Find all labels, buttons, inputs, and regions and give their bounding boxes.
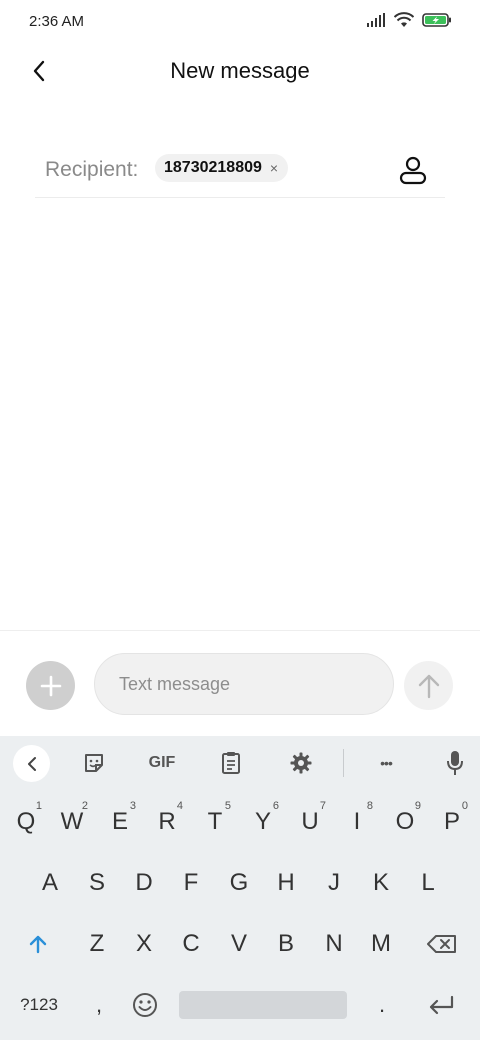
backspace-key[interactable] [417, 916, 467, 972]
key-label: O [395, 808, 415, 835]
send-button[interactable] [404, 661, 453, 710]
key-number-hint: 9 [414, 800, 421, 812]
chevron-left-icon [27, 756, 36, 771]
plus-icon [40, 675, 61, 696]
space-key[interactable] [179, 991, 347, 1019]
key-number-hint: 2 [81, 800, 88, 812]
recipient-chip[interactable]: 18730218809 × [155, 154, 289, 182]
key-d[interactable]: D [120, 855, 168, 911]
key-m[interactable]: M [357, 916, 405, 972]
key-number-hint: 6 [272, 800, 279, 812]
key-v[interactable]: V [215, 916, 263, 972]
key-t[interactable]: T5 [191, 794, 239, 850]
shift-key[interactable] [14, 916, 62, 972]
key-z[interactable]: Z [73, 916, 121, 972]
key-number-hint: 7 [319, 800, 326, 812]
sticker-icon [85, 754, 103, 772]
recipient-label: Recipient: [45, 158, 139, 181]
symbols-key[interactable]: ?123 [10, 977, 68, 1033]
remove-recipient-button[interactable]: × [270, 161, 278, 175]
person-icon [399, 156, 427, 185]
clipboard-button[interactable] [213, 745, 249, 781]
key-b[interactable]: B [262, 916, 310, 972]
message-field[interactable] [94, 653, 394, 715]
signal-icon [367, 13, 385, 27]
recipient-row: Recipient: 18730218809 × [35, 144, 445, 198]
key-label: I [353, 808, 361, 835]
key-s[interactable]: S [73, 855, 121, 911]
settings-button[interactable] [283, 745, 319, 781]
shift-arrow-icon [29, 935, 47, 954]
key-w[interactable]: W2 [48, 794, 96, 850]
key-y[interactable]: Y6 [239, 794, 287, 850]
enter-icon [429, 995, 454, 1015]
key-a[interactable]: A [26, 855, 74, 911]
backspace-icon [427, 935, 456, 953]
enter-key[interactable] [416, 977, 466, 1033]
key-f[interactable]: F [167, 855, 215, 911]
period-key[interactable]: . [364, 977, 400, 1033]
key-l[interactable]: L [404, 855, 452, 911]
emoji-key[interactable] [124, 977, 166, 1033]
key-g[interactable]: G [215, 855, 263, 911]
key-r[interactable]: R4 [143, 794, 191, 850]
key-n[interactable]: N [310, 916, 358, 972]
status-time: 2:36 AM [29, 13, 85, 30]
attach-button[interactable] [26, 661, 75, 710]
key-number-hint: 3 [129, 800, 136, 812]
clipboard-icon [222, 752, 240, 774]
key-e[interactable]: E3 [96, 794, 144, 850]
gif-button[interactable]: GIF [141, 745, 183, 781]
key-p[interactable]: P0 [428, 794, 476, 850]
key-c[interactable]: C [167, 916, 215, 972]
key-label: U [301, 808, 319, 835]
key-u[interactable]: U7 [286, 794, 334, 850]
key-o[interactable]: O9 [381, 794, 429, 850]
keyboard-toolbar: GIF ••• [0, 736, 480, 790]
microphone-icon [447, 751, 463, 775]
compose-bar [0, 630, 480, 736]
key-label: W [60, 808, 84, 835]
key-number-hint: 5 [224, 800, 231, 812]
key-number-hint: 0 [461, 800, 468, 812]
key-h[interactable]: H [262, 855, 310, 911]
key-label: T [207, 808, 223, 835]
wifi-icon [394, 12, 414, 27]
key-label: Y [254, 808, 271, 835]
voice-input-button[interactable] [437, 745, 473, 781]
key-label: E [111, 808, 128, 835]
key-j[interactable]: J [310, 855, 358, 911]
keyboard-collapse-button[interactable] [13, 745, 50, 782]
gear-icon [290, 752, 312, 774]
message-input[interactable] [95, 654, 393, 714]
key-label: R [158, 808, 176, 835]
key-label: P [443, 808, 460, 835]
sticker-button[interactable] [76, 745, 112, 781]
key-k[interactable]: K [357, 855, 405, 911]
key-label: Q [16, 808, 36, 835]
key-number-hint: 4 [176, 800, 183, 812]
key-number-hint: 1 [35, 800, 42, 812]
recipient-chip-number: 18730218809 [164, 159, 262, 176]
status-bar: 2:36 AM [0, 0, 480, 44]
status-icons [366, 12, 452, 28]
more-button[interactable]: ••• [368, 745, 404, 781]
key-q[interactable]: Q1 [2, 794, 50, 850]
key-number-hint: 8 [366, 800, 373, 812]
page-title: New message [170, 58, 310, 83]
emoji-icon [133, 993, 157, 1017]
battery-charging-icon [422, 13, 451, 27]
keyboard: G I F ••• Q 1 W 2 E 3 R 4 T 5 Y 6 U 7 I 8 … [0, 736, 480, 1040]
add-contact-button[interactable] [395, 152, 431, 188]
key-x[interactable]: X [120, 916, 168, 972]
comma-key[interactable]: , [80, 977, 118, 1033]
arrow-up-icon [418, 674, 439, 698]
toolbar-divider [343, 749, 344, 777]
key-i[interactable]: I8 [333, 794, 381, 850]
